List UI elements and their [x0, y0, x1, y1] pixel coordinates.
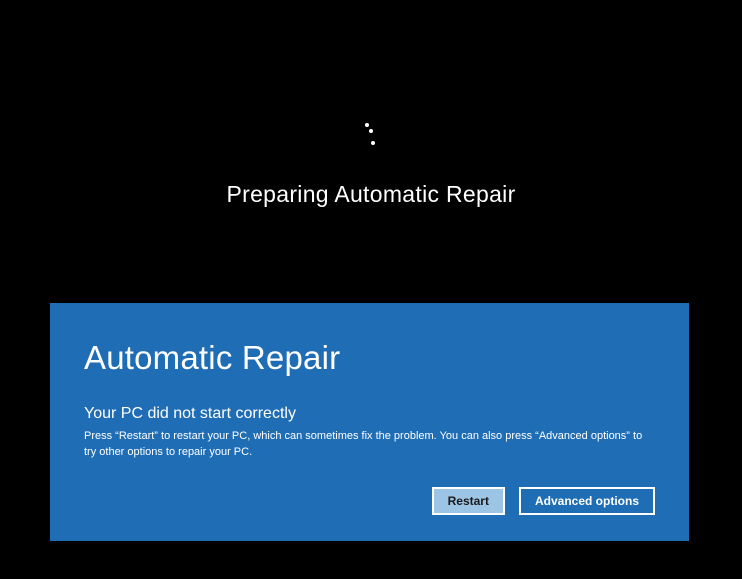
restart-button[interactable]: Restart	[432, 487, 505, 515]
loading-spinner-icon	[351, 123, 391, 163]
advanced-options-button[interactable]: Advanced options	[519, 487, 655, 515]
boot-status-text: Preparing Automatic Repair	[226, 181, 515, 208]
recovery-body-text: Press “Restart” to restart your PC, whic…	[84, 429, 644, 461]
recovery-subtitle: Your PC did not start correctly	[84, 405, 655, 423]
boot-screen: Preparing Automatic Repair	[0, 0, 742, 300]
recovery-panel: Automatic Repair Your PC did not start c…	[50, 303, 689, 541]
recovery-title: Automatic Repair	[84, 339, 655, 377]
button-row: Restart Advanced options	[432, 487, 655, 515]
